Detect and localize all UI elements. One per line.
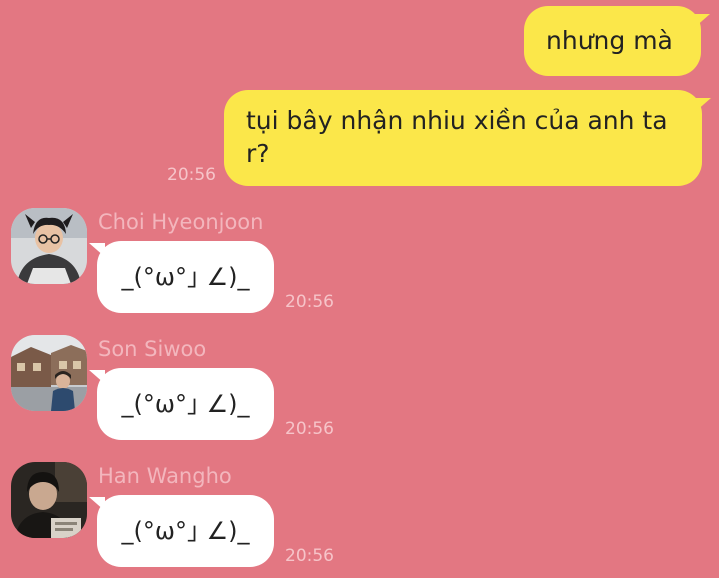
incoming-message-bubble[interactable]: _(°ω°｣ ∠)_ bbox=[89, 241, 274, 313]
incoming-message-bubble[interactable]: _(°ω°｣ ∠)_ bbox=[89, 495, 274, 567]
message-text: tụi bây nhận nhiu xiền của anh ta r? bbox=[246, 106, 668, 168]
outgoing-message-bubble[interactable]: nhưng mà bbox=[524, 6, 710, 76]
message-timestamp: 20:56 bbox=[285, 419, 334, 439]
outgoing-message-bubble[interactable]: tụi bây nhận nhiu xiền của anh ta r? bbox=[224, 90, 711, 186]
message-text: _(°ω°｣ ∠)_ bbox=[121, 390, 250, 418]
message-text: _(°ω°｣ ∠)_ bbox=[121, 517, 250, 545]
message-timestamp: 20:56 bbox=[285, 292, 334, 312]
sender-name: Choi Hyeonjoon bbox=[98, 210, 264, 234]
avatar-photo-dark-portrait-icon[interactable] bbox=[11, 462, 87, 538]
incoming-message-bubble[interactable]: _(°ω°｣ ∠)_ bbox=[89, 368, 274, 440]
sender-name: Han Wangho bbox=[98, 464, 232, 488]
sender-name: Son Siwoo bbox=[98, 337, 207, 361]
avatar-photo-street-scene-icon[interactable] bbox=[11, 335, 87, 411]
message-text: _(°ω°｣ ∠)_ bbox=[121, 263, 250, 291]
avatar-photo-hoodie-person-icon[interactable] bbox=[11, 208, 87, 284]
message-timestamp: 20:56 bbox=[167, 165, 216, 185]
message-text: nhưng mà bbox=[546, 26, 673, 55]
message-timestamp: 20:56 bbox=[285, 546, 334, 566]
